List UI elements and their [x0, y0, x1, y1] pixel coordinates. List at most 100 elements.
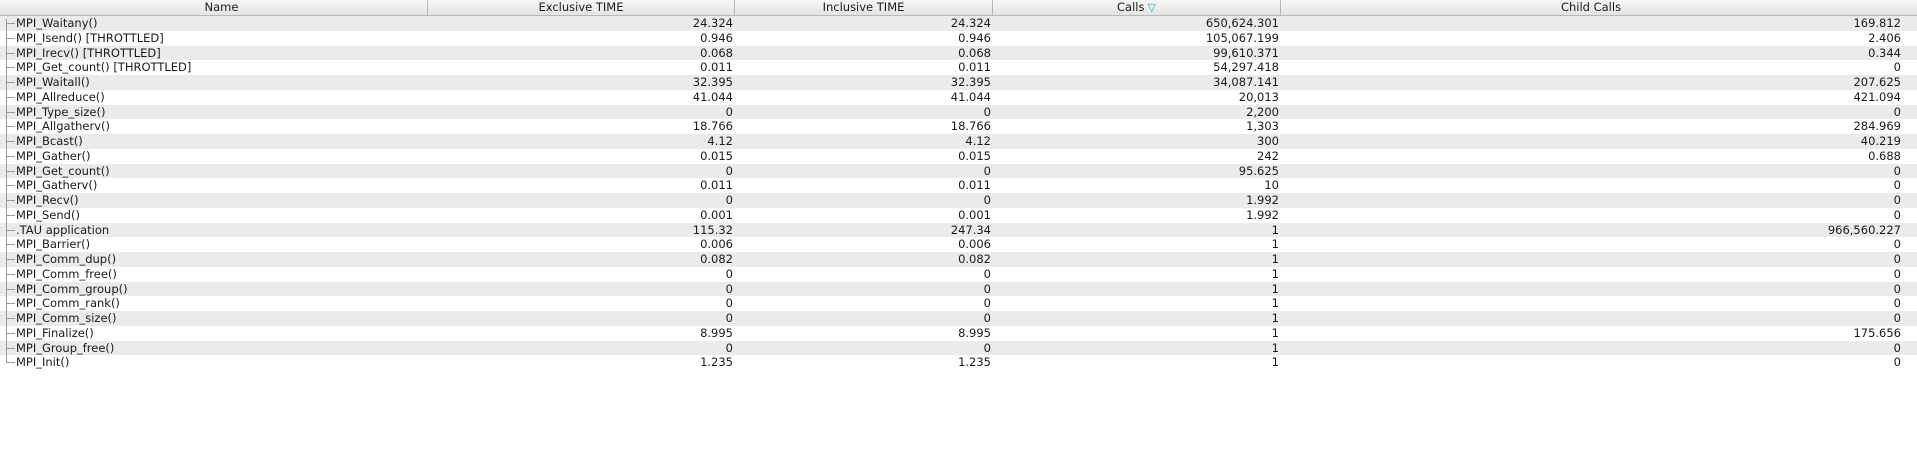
table-row[interactable]: MPI_Finalize() 8.995 8.995 1 175.656	[0, 325, 1917, 341]
cell-calls: 2,200	[1246, 104, 1279, 119]
cell-function-name: MPI_Get_count()	[0, 163, 428, 179]
column-header-exclusive-time[interactable]: Exclusive TIME	[428, 0, 735, 16]
table-header: Name Exclusive TIME Inclusive TIME Calls…	[0, 0, 1917, 16]
table-row[interactable]: MPI_Waitall() 32.395 32.395 34,087.141 207.6…	[0, 75, 1917, 90]
function-name-label: MPI_Gatherv()	[16, 178, 98, 193]
table-row[interactable]: MPI_Comm_group() 0 0 1 0	[0, 281, 1917, 297]
cell-exclusive-time: 0.082	[700, 252, 733, 266]
function-name-label: MPI_Gather()	[16, 148, 91, 163]
cell-child-calls: 0	[1893, 355, 1901, 370]
tree-connector-icon	[6, 60, 16, 75]
cell-child-calls: 0.344	[1868, 45, 1901, 60]
column-header-name[interactable]: Name	[0, 0, 428, 16]
cell-child-calls: 0	[1893, 340, 1901, 355]
sort-descending-icon[interactable]: ▽	[1148, 0, 1156, 15]
column-header-child-calls[interactable]: Child Calls	[1281, 0, 1917, 16]
table-row[interactable]: MPI_Waitany() 24.324 24.324 650,624.301 169.…	[0, 16, 1917, 31]
cell-function-name: MPI_Gatherv()	[0, 178, 428, 193]
table-row[interactable]: MPI_Init() 1.235 1.235 1 0	[0, 355, 1917, 370]
tree-connector-icon	[6, 340, 16, 356]
tree-connector-icon	[6, 193, 16, 208]
cell-inclusive-time: 32.395	[950, 75, 991, 89]
cell-exclusive-time: 32.395	[692, 75, 733, 89]
table-row[interactable]: MPI_Barrier() 0.006 0.006 1 0	[0, 237, 1917, 252]
cell-child-calls: 0	[1893, 163, 1901, 178]
cell-inclusive-time: 18.766	[950, 119, 991, 134]
cell-exclusive-time: 24.324	[692, 16, 733, 30]
cell-child-calls: 0	[1893, 311, 1901, 325]
cell-child-calls: 40.219	[1860, 134, 1901, 148]
cell-exclusive-time: 4.12	[707, 134, 733, 148]
cell-inclusive-time: 8.995	[958, 325, 991, 340]
cell-exclusive-time: 0.015	[700, 148, 733, 163]
function-name-label: MPI_Waitall()	[16, 75, 90, 89]
cell-child-calls: 2.406	[1868, 30, 1901, 45]
cell-inclusive-time: 0.068	[958, 45, 991, 60]
cell-child-calls: 0	[1893, 207, 1901, 222]
cell-inclusive-time: 0	[983, 296, 991, 311]
tree-connector-icon	[6, 119, 16, 134]
cell-inclusive-time: 0	[983, 281, 991, 296]
column-header-calls-label: Calls	[1117, 0, 1145, 14]
cell-child-calls: 207.625	[1853, 75, 1901, 89]
table-row[interactable]: MPI_Irecv() [THROTTLED] 0.068 0.068 99,610.…	[0, 45, 1917, 61]
column-header-calls[interactable]: Calls ▽	[993, 0, 1281, 16]
table-row[interactable]: MPI_Type_size() 0 0 2,200 0	[0, 104, 1917, 120]
cell-inclusive-time: 0.015	[958, 148, 991, 163]
cell-exclusive-time: 0.011	[700, 60, 733, 75]
tree-connector-icon	[6, 134, 16, 149]
table-row[interactable]: MPI_Gather() 0.015 0.015 242 0.688	[0, 148, 1917, 164]
tree-connector-icon	[6, 237, 16, 252]
cell-inclusive-time: 0	[983, 311, 991, 325]
cell-calls: 34,087.141	[1213, 75, 1279, 89]
table-row[interactable]: MPI_Comm_size() 0 0 1 0	[0, 311, 1917, 326]
cell-calls: 1	[1271, 237, 1279, 252]
cell-inclusive-time: 0.006	[958, 237, 991, 252]
table-row[interactable]: MPI_Get_count() [THROTTLED] 0.011 0.011 54,…	[0, 60, 1917, 75]
table-row[interactable]: MPI_Recv() 0 0 1.992 0	[0, 193, 1917, 208]
tree-connector-icon	[6, 325, 16, 341]
table-row[interactable]: MPI_Comm_free() 0 0 1 0	[0, 266, 1917, 282]
cell-child-calls: 0	[1893, 266, 1901, 281]
cell-function-name: MPI_Gather()	[0, 148, 428, 164]
cell-exclusive-time: 0.006	[700, 237, 733, 252]
cell-function-name: MPI_Comm_dup()	[0, 252, 428, 267]
cell-inclusive-time: 24.324	[950, 16, 991, 30]
cell-calls: 1,303	[1246, 119, 1279, 134]
function-name-label: MPI_Irecv() [THROTTLED]	[16, 45, 161, 60]
tree-connector-icon	[6, 355, 16, 363]
cell-exclusive-time: 0	[725, 340, 733, 355]
cell-exclusive-time: 0	[725, 266, 733, 281]
cell-calls: 1	[1271, 325, 1279, 340]
table-row[interactable]: MPI_Comm_rank() 0 0 1 0	[0, 296, 1917, 311]
table-row[interactable]: MPI_Allgatherv() 18.766 18.766 1,303 284.969	[0, 119, 1917, 134]
table-row[interactable]: MPI_Gatherv() 0.011 0.011 10 0	[0, 178, 1917, 193]
cell-function-name: .TAU application	[0, 222, 428, 238]
cell-calls: 1	[1271, 311, 1279, 325]
cell-function-name: MPI_Irecv() [THROTTLED]	[0, 45, 428, 61]
cell-calls: 54,297.418	[1213, 60, 1279, 75]
table-row[interactable]: MPI_Isend() [THROTTLED] 0.946 0.946 105,067…	[0, 30, 1917, 46]
tree-connector-icon	[6, 163, 16, 179]
table-row[interactable]: MPI_Allreduce() 41.044 41.044 20,013 421.094	[0, 89, 1917, 105]
table-row[interactable]: MPI_Comm_dup() 0.082 0.082 1 0	[0, 252, 1917, 267]
cell-function-name: MPI_Type_size()	[0, 104, 428, 120]
function-name-label: .TAU application	[16, 222, 110, 237]
function-table: Name Exclusive TIME Inclusive TIME Calls…	[0, 0, 1917, 370]
cell-calls: 300	[1257, 134, 1279, 148]
column-header-inclusive-time[interactable]: Inclusive TIME	[735, 0, 993, 16]
cell-exclusive-time: 0	[725, 163, 733, 178]
cell-function-name: MPI_Recv()	[0, 193, 428, 208]
function-name-label: MPI_Allreduce()	[16, 89, 105, 104]
cell-calls: 1	[1271, 340, 1279, 355]
table-row[interactable]: .TAU application 115.32 247.34 1 966,560.227	[0, 222, 1917, 238]
tree-connector-icon	[6, 75, 16, 90]
cell-child-calls: 169.812	[1853, 16, 1901, 30]
table-row[interactable]: MPI_Send() 0.001 0.001 1.992 0	[0, 207, 1917, 223]
cell-child-calls: 0	[1893, 296, 1901, 311]
cell-calls: 1	[1271, 281, 1279, 296]
table-row[interactable]: MPI_Bcast() 4.12 4.12 300 40.219	[0, 134, 1917, 149]
cell-inclusive-time: 0.011	[958, 60, 991, 75]
table-row[interactable]: MPI_Get_count() 0 0 95.625 0	[0, 163, 1917, 179]
table-row[interactable]: MPI_Group_free() 0 0 1 0	[0, 340, 1917, 356]
